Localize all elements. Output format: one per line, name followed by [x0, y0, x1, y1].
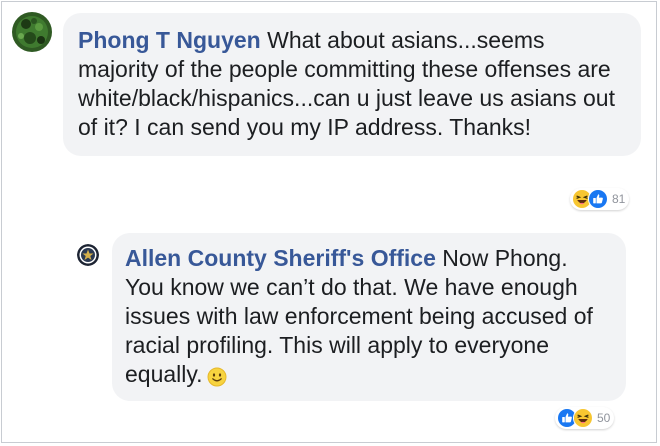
comment-author-link[interactable]: Allen County Sheriff's Office	[125, 245, 436, 271]
avatar[interactable]	[77, 244, 99, 266]
smile-emoji-icon	[207, 367, 227, 387]
reaction-count: 50	[597, 411, 611, 425]
avatar-image	[77, 244, 99, 266]
reactions-summary[interactable]: 81	[570, 188, 630, 210]
comment-author-link[interactable]: Phong T Nguyen	[78, 27, 261, 53]
avatar[interactable]	[12, 12, 52, 52]
reactions-summary[interactable]: 50	[555, 407, 615, 429]
like-icon	[588, 189, 608, 209]
comment-bubble: Phong T Nguyen What about asians...seems…	[63, 13, 641, 156]
reaction-count: 81	[612, 192, 626, 206]
avatar-image	[12, 12, 52, 52]
haha-icon	[573, 408, 593, 428]
reply-bubble: Allen County Sheriff's Office Now Phong.…	[112, 233, 626, 401]
